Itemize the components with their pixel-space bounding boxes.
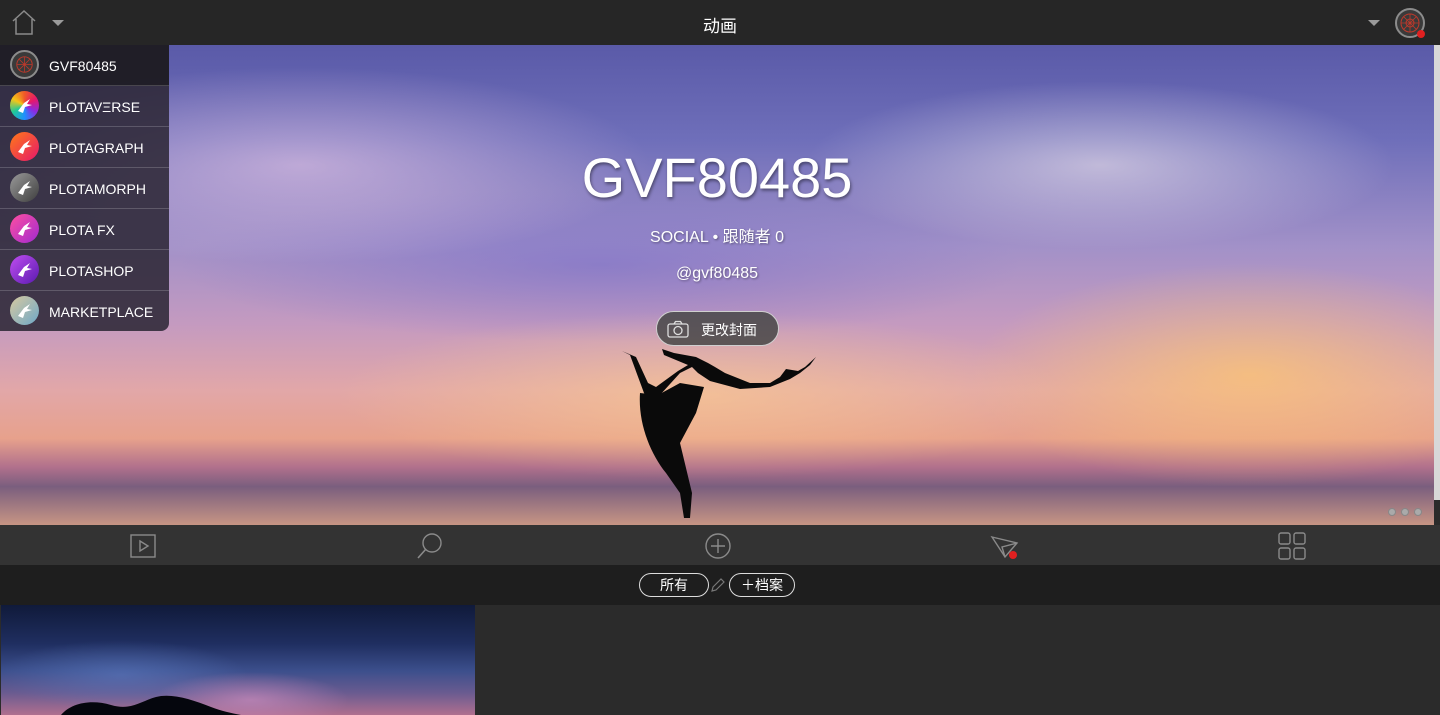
menu-item-label: GVF80485: [49, 58, 117, 74]
menu-item-plotashop[interactable]: PLOTASHOP: [0, 250, 169, 291]
plotafx-logo-icon: [10, 214, 39, 243]
marketplace-logo-icon: [10, 296, 39, 325]
menu-item-label: PLOTA FX: [49, 222, 115, 238]
notification-dot: [1417, 30, 1425, 38]
menu-item-profile[interactable]: GVF80485: [0, 45, 169, 86]
app-switcher-menu: GVF80485 PLOTAVΞRSE PLOTAGRAPH PLOTAMORP…: [0, 45, 169, 331]
top-bar: 动画: [0, 0, 1440, 45]
change-cover-label: 更改封面: [701, 322, 757, 338]
page-title: 动画: [703, 17, 737, 36]
carousel-dots[interactable]: [1388, 503, 1427, 521]
menu-item-plota-fx[interactable]: PLOTA FX: [0, 209, 169, 250]
edit-pencil-icon[interactable]: [710, 577, 726, 593]
menu-item-plotaverse[interactable]: PLOTAVΞRSE: [0, 86, 169, 127]
animation-thumbnail[interactable]: [1, 605, 475, 715]
dancer-silhouette: [622, 349, 816, 518]
plotaverse-logo-icon: [10, 91, 39, 120]
add-icon[interactable]: [703, 531, 733, 561]
play-icon[interactable]: [128, 531, 158, 561]
menu-item-label: PLOTAGRAPH: [49, 140, 144, 156]
profile-mandala-icon: [10, 50, 39, 79]
send-icon[interactable]: [990, 531, 1020, 561]
camera-icon: [667, 320, 689, 338]
scrollbar[interactable]: [1434, 45, 1440, 500]
thumbnail-silhouette: [61, 695, 241, 715]
animation-grid: [0, 605, 1440, 715]
filter-all-button[interactable]: 所有: [639, 573, 709, 597]
folder-filter-bar: 所有 ＋档案: [0, 565, 1440, 605]
profile-name: GVF80485: [581, 146, 853, 209]
add-folder-button[interactable]: ＋档案: [729, 573, 795, 597]
change-cover-button[interactable]: 更改封面: [656, 311, 779, 346]
menu-item-label: PLOTAVΞRSE: [49, 99, 141, 115]
search-icon[interactable]: [415, 531, 445, 561]
user-avatar[interactable]: [1395, 8, 1425, 38]
account-menu-caret-icon[interactable]: [1368, 20, 1380, 26]
plotagraph-logo-icon: [10, 132, 39, 161]
menu-item-marketplace[interactable]: MARKETPLACE: [0, 291, 169, 331]
menu-item-plotamorph[interactable]: PLOTAMORPH: [0, 168, 169, 209]
profile-handle: @gvf80485: [675, 265, 759, 282]
menu-item-plotagraph[interactable]: PLOTAGRAPH: [0, 127, 169, 168]
plotashop-logo-icon: [10, 255, 39, 284]
profile-social-stats: SOCIAL • 跟随者 0: [650, 229, 784, 246]
menu-item-label: PLOTASHOP: [49, 263, 134, 279]
menu-item-label: PLOTAMORPH: [49, 181, 146, 197]
menu-item-label: MARKETPLACE: [49, 304, 154, 320]
plotamorph-logo-icon: [10, 173, 39, 202]
grid-icon[interactable]: [1277, 531, 1307, 561]
profile-cover: GVF80485 SOCIAL • 跟随者 0 @gvf80485 更改封面: [0, 45, 1434, 525]
main-toolbar: [0, 525, 1440, 565]
